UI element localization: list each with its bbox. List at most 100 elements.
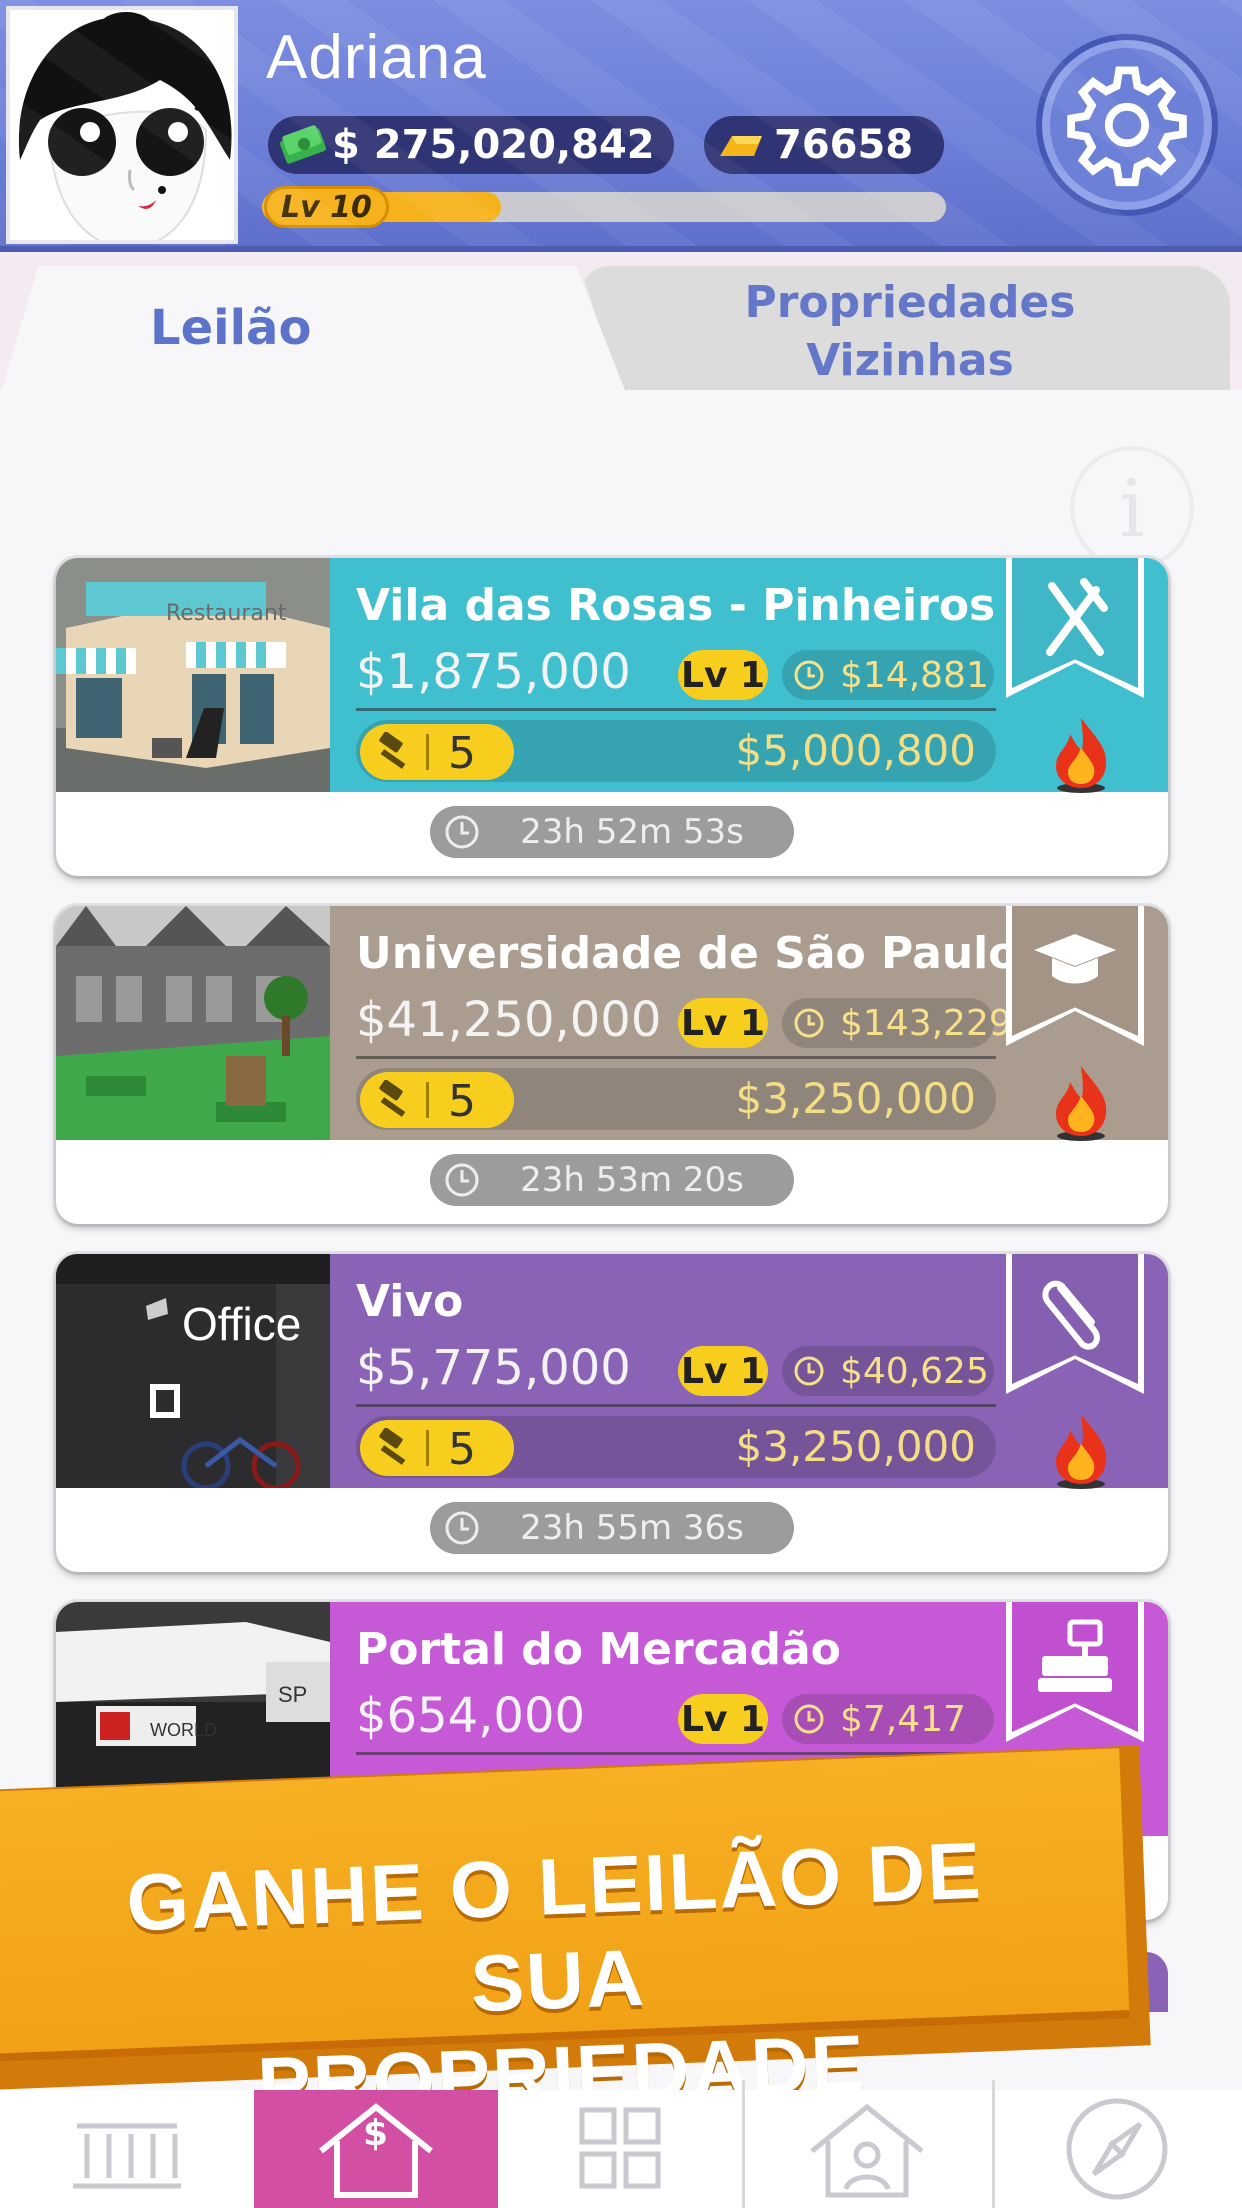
university-building-icon: [56, 906, 330, 1140]
settings-button[interactable]: [1036, 34, 1218, 216]
clock-icon: [792, 1006, 826, 1049]
restaurant-building-icon: Restaurant: [56, 558, 330, 792]
tab-leilao[interactable]: Leilão: [0, 266, 628, 396]
income-value: $7,417: [840, 1698, 966, 1740]
property-level: Lv 1: [678, 650, 768, 700]
clock-icon: [442, 1160, 482, 1209]
clock-icon: [792, 658, 826, 701]
timer-value: 23h 53m 20s: [520, 1160, 744, 1200]
divider: [426, 734, 429, 770]
auction-timer: 23h 53m 20s: [430, 1154, 794, 1206]
property-income: $40,625: [782, 1346, 994, 1396]
divider: [356, 708, 996, 711]
house-dollar-icon: $: [319, 2103, 433, 2198]
nav-divider: [992, 2080, 995, 2208]
divider: [426, 1082, 429, 1118]
svg-text:Office: Office: [182, 1298, 301, 1350]
bid-count-button[interactable]: 5: [360, 724, 514, 780]
bid-count: 5: [448, 1076, 476, 1127]
divider: [426, 1430, 429, 1466]
divider: [356, 1056, 996, 1059]
property-price: $1,875,000: [356, 644, 631, 700]
house-person-icon: [810, 2103, 924, 2198]
auction-card[interactable]: Restaurant Vila das Rosas - Pinheiros $1…: [56, 558, 1168, 876]
avatar[interactable]: [6, 6, 238, 244]
tab-label: Propriedades Vizinhas: [744, 277, 1076, 386]
property-price: $41,250,000: [356, 992, 662, 1048]
property-thumbnail: [56, 906, 330, 1140]
property-name: Portal do Mercadão: [356, 1624, 841, 1675]
gold-value: 76658: [774, 122, 914, 168]
property-level: Lv 1: [678, 998, 768, 1048]
money-counter[interactable]: $ 275,020,842: [268, 116, 674, 174]
nav-grid[interactable]: [498, 2090, 742, 2208]
property-income: $143,229: [782, 998, 1012, 1049]
office-building-icon: Office: [56, 1254, 330, 1488]
nav-my-properties[interactable]: [742, 2090, 992, 2208]
bottom-navigation: $: [0, 2090, 1242, 2208]
player-name: Adriana: [266, 23, 487, 92]
fork-knife-icon: [1046, 578, 1108, 656]
tab-propriedades-vizinhas[interactable]: Propriedades Vizinhas: [580, 266, 1230, 390]
property-name: Vila das Rosas - Pinheiros: [356, 580, 996, 631]
hot-fire-icon: [1046, 1062, 1116, 1146]
auction-card[interactable]: Universidade de São Paulo $41,250,000 Lv…: [56, 906, 1168, 1224]
hot-fire-icon: [1046, 1410, 1116, 1494]
svg-text:WORLD: WORLD: [150, 1720, 217, 1740]
income-value: $14,881: [840, 654, 989, 696]
clock-icon: [792, 1702, 826, 1745]
bank-icon: [73, 2123, 181, 2189]
property-price: $5,775,000: [356, 1340, 631, 1396]
player-level-badge: Lv 10: [264, 186, 389, 228]
current-bid: $5,000,800: [735, 726, 976, 775]
avatar-face-icon: [10, 10, 234, 240]
auction-card[interactable]: Office Vivo $5,775,000 Lv 1 $40,625 5 $3…: [56, 1254, 1168, 1572]
property-thumbnail: Office: [56, 1254, 330, 1488]
property-income: $7,417: [782, 1694, 994, 1744]
current-bid: $3,250,000: [735, 1074, 976, 1123]
timer-value: 23h 55m 36s: [520, 1508, 744, 1548]
svg-text:SP: SP: [278, 1682, 307, 1707]
tab-label: Leilão: [150, 300, 312, 356]
nav-divider: [742, 2080, 745, 2208]
auction-timer: 23h 52m 53s: [430, 806, 794, 858]
clock-icon: [442, 1508, 482, 1557]
property-thumbnail: Restaurant: [56, 558, 330, 792]
current-bid: $3,250,000: [735, 1422, 976, 1471]
property-level: Lv 1: [678, 1346, 768, 1396]
property-income: $14,881: [782, 650, 994, 700]
gavel-icon: [372, 1427, 416, 1472]
info-icon[interactable]: i: [1070, 446, 1194, 570]
income-value: $40,625: [840, 1350, 989, 1392]
hot-fire-icon: [1046, 714, 1116, 798]
timer-value: 23h 52m 53s: [520, 812, 744, 852]
nav-explore[interactable]: [992, 2090, 1242, 2208]
cash-icon: [278, 124, 330, 176]
clock-icon: [442, 812, 482, 861]
cash-register-icon: [1038, 1619, 1112, 1692]
gear-icon: [1067, 66, 1187, 187]
nav-auction-home[interactable]: $: [254, 2090, 498, 2208]
clock-icon: [792, 1354, 826, 1397]
auction-timer: 23h 55m 36s: [430, 1502, 794, 1554]
paperclip-icon: [1042, 1280, 1100, 1350]
player-header: Adriana $ 275,020,842 76658 Lv 10: [0, 0, 1242, 252]
gold-bar-icon: [714, 124, 768, 176]
svg-text:$: $: [363, 2113, 388, 2154]
gold-counter[interactable]: 76658: [704, 116, 944, 174]
grid-icon: [579, 2107, 661, 2189]
property-name: Universidade de São Paulo: [356, 928, 1019, 979]
money-value: $ 275,020,842: [332, 122, 655, 168]
bid-count: 5: [448, 1424, 476, 1475]
gavel-icon: [372, 1079, 416, 1124]
bid-count-button[interactable]: 5: [360, 1072, 514, 1128]
bid-count: 5: [448, 728, 476, 779]
property-level: Lv 1: [678, 1694, 768, 1744]
divider: [356, 1404, 996, 1407]
bid-count-button[interactable]: 5: [360, 1420, 514, 1476]
income-value: $143,229: [840, 1002, 1012, 1044]
svg-text:Restaurant: Restaurant: [166, 601, 287, 626]
property-name: Vivo: [356, 1276, 464, 1327]
gavel-icon: [372, 731, 416, 776]
nav-bank[interactable]: [0, 2090, 254, 2208]
